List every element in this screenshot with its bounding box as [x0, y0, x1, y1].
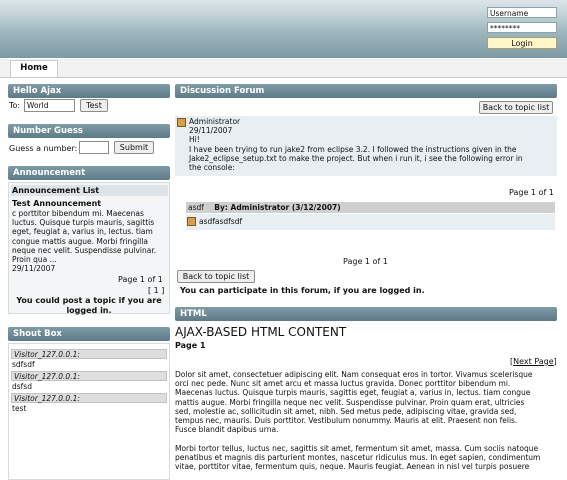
- nav-tab-home[interactable]: Home: [10, 60, 58, 77]
- hello-panel-title: Hello Ajax: [8, 84, 170, 98]
- announcement-line: neque nec velit. Suspendisse pulvinar.: [12, 245, 157, 255]
- forum-panel-title: Discussion Forum: [175, 84, 557, 98]
- paragraph-line: Fusce blandit dapibus urna.: [175, 425, 279, 435]
- html-paragraph-2: Morbi tortor tellus, luctus nec, sagitti…: [175, 444, 557, 472]
- user-avatar-icon: [177, 118, 186, 127]
- post-line: the console:: [189, 163, 235, 173]
- login-button[interactable]: Login: [487, 37, 557, 49]
- announcement-page-link[interactable]: [ 1 ]: [148, 286, 164, 295]
- password-input[interactable]: ********: [487, 22, 557, 33]
- announcement-line: c porttitor bibendum mi. Maecenas: [12, 209, 144, 218]
- paragraph-line: Maecenas luctus. Quisque turpis mauris, …: [175, 388, 531, 398]
- announcement-item-text: c porttitor bibendum mi. Maecenas luctus…: [12, 209, 156, 273]
- announcement-login-notice: You could post a topic if you are logged…: [8, 296, 170, 315]
- notice-line: You could post a topic if you are: [16, 296, 162, 305]
- html-content-heading: AJAX-BASED HTML CONTENT: [175, 325, 347, 339]
- to-label: To:: [9, 101, 21, 110]
- post-line: I have been trying to run jake2 from ecl…: [189, 144, 517, 154]
- html-panel-title: HTML: [175, 307, 557, 321]
- announcement-line: congue mattis augue. Morbi fringilla: [12, 236, 148, 246]
- reply-by-label: By: Administrator (3/12/2007): [214, 203, 341, 212]
- paragraph-line: vitae, porttitor vitae, fermentum quis, …: [175, 462, 530, 472]
- paragraph-line: penatibus et magnis dis parturient monte…: [175, 453, 541, 463]
- back-to-topic-list-button-bottom[interactable]: Back to topic list: [177, 270, 255, 283]
- announcement-line: Proin qua ...: [12, 255, 57, 265]
- site-header: Username ******** Login: [0, 0, 567, 58]
- reply-subject[interactable]: asdf: [186, 203, 204, 212]
- shout-text: sdfsdf: [12, 360, 35, 369]
- shout-user: Visitor_127.0.0.1:: [11, 349, 167, 359]
- forum-page-info-top: Page 1 of 1: [509, 188, 554, 197]
- reply-header: asdf By: Administrator (3/12/2007): [186, 202, 555, 213]
- shout-user: Visitor_127.0.0.1:: [11, 371, 167, 381]
- next-page-link[interactable]: [Next Page]: [510, 357, 557, 366]
- shout-text: dsfsd: [12, 382, 32, 391]
- user-avatar-icon: [187, 217, 196, 226]
- next-page-text[interactable]: Next Page: [513, 357, 554, 366]
- username-input[interactable]: Username: [487, 7, 557, 18]
- announcement-list-header: Announcement List: [11, 185, 168, 196]
- shoutbox-panel-title: Shout Box: [8, 327, 170, 341]
- announcement-panel-title: Announcement: [8, 166, 170, 180]
- post-line: Jake2_eclipse_setup.txt to make the proj…: [189, 153, 523, 163]
- announcement-date: 29/11/2007: [12, 264, 56, 274]
- submit-button[interactable]: Submit: [114, 141, 154, 154]
- header-sheen: [0, 0, 567, 30]
- back-to-topic-list-button[interactable]: Back to topic list: [479, 101, 553, 114]
- notice-line: logged in.: [66, 305, 112, 315]
- post-line: Hi!: [189, 135, 200, 145]
- forum-post-content: Administrator 29/11/2007 Hi! I have been…: [189, 117, 523, 172]
- paragraph-line: Dolor sit amet, consectetuer adipiscing …: [175, 370, 533, 379]
- guess-label: Guess a number:: [9, 144, 78, 153]
- announcement-line: luctus. Quisque turpis mauris, sagittis: [12, 218, 155, 228]
- html-paragraph-1: Dolor sit amet, consectetuer adipiscing …: [175, 370, 557, 434]
- post-date: 29/11/2007: [189, 126, 233, 136]
- to-input[interactable]: World: [24, 99, 75, 112]
- reply-body: asdfasdfsdf: [199, 217, 243, 226]
- paragraph-line: Morbi tortor tellus, luctus nec, sagitti…: [175, 444, 539, 453]
- announcement-item-title[interactable]: Test Announcement: [12, 199, 101, 208]
- html-page-label: Page 1: [175, 341, 206, 350]
- announcement-page-info: Page 1 of 1: [118, 275, 163, 284]
- announcement-line: eget, feugiat a, varius in, lectus. tiam: [12, 227, 153, 237]
- guess-panel-title: Number Guess: [8, 124, 170, 138]
- nav-bar: Home: [0, 58, 567, 78]
- paragraph-line: sed, molestie ac, sollicitudin sit amet,…: [175, 406, 517, 416]
- forum-page-info-bottom: Page 1 of 1: [343, 257, 388, 266]
- guess-input[interactable]: [79, 141, 109, 154]
- paragraph-line: orci nec pede. Nunc sit amet arcu et mas…: [175, 379, 511, 389]
- shout-user: Visitor_127.0.0.1:: [11, 393, 167, 403]
- test-button[interactable]: Test: [80, 99, 108, 112]
- paragraph-line: tempus nec, mauris. Duis porttitor. Vest…: [175, 416, 518, 426]
- shout-text: test: [12, 404, 27, 413]
- forum-participate-notice: You can participate in this forum, if yo…: [180, 286, 425, 295]
- post-author: Administrator: [189, 117, 241, 126]
- paragraph-line: mattis augue. Morbi fringilla neque nec …: [175, 397, 525, 407]
